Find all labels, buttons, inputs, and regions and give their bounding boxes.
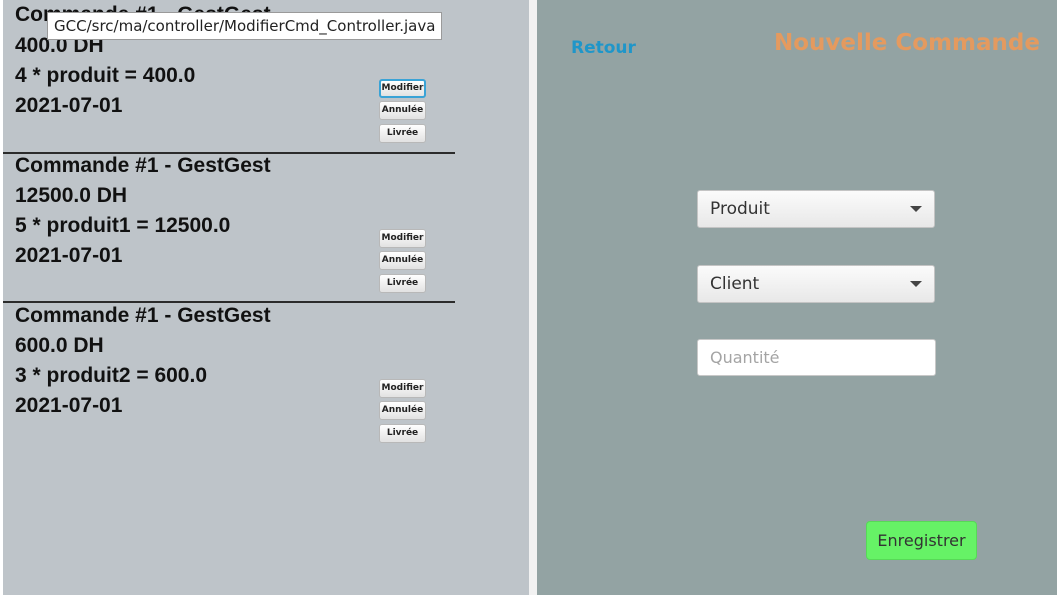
modifier-button[interactable]: Modifier (379, 379, 426, 398)
order-title: Commande #1 - GestGest (15, 154, 271, 177)
save-button[interactable]: Enregistrer (866, 521, 977, 560)
chevron-down-icon (910, 206, 922, 212)
produit-select-value: Produit (710, 199, 770, 219)
produit-select[interactable]: Produit (697, 190, 935, 228)
order-date: 2021-07-01 (15, 244, 123, 267)
order-date: 2021-07-01 (15, 94, 123, 117)
annulee-button[interactable]: Annulée (379, 101, 426, 120)
quantity-input[interactable] (697, 339, 936, 376)
chevron-down-icon (910, 281, 922, 287)
order-amount: 12500.0 DH (15, 184, 128, 207)
order-detail: 4 * produit = 400.0 (15, 64, 196, 87)
modifier-button[interactable]: Modifier (379, 79, 426, 98)
orders-panel (3, 0, 529, 595)
annulee-button[interactable]: Annulée (379, 251, 426, 270)
modifier-button[interactable]: Modifier (379, 229, 426, 248)
client-select-value: Client (710, 274, 760, 294)
order-title: Commande #1 - GestGest (15, 304, 271, 327)
livree-button[interactable]: Livrée (379, 274, 426, 293)
client-select[interactable]: Client (697, 265, 935, 303)
livree-button[interactable]: Livrée (379, 124, 426, 143)
split-pane-divider[interactable] (529, 0, 537, 595)
order-detail: 3 * produit2 = 600.0 (15, 364, 207, 387)
page-title: Nouvelle Commande (774, 30, 1040, 56)
annulee-button[interactable]: Annulée (379, 401, 426, 420)
back-link[interactable]: Retour (571, 38, 636, 58)
order-amount: 600.0 DH (15, 334, 104, 357)
livree-button[interactable]: Livrée (379, 424, 426, 443)
order-detail: 5 * produit1 = 12500.0 (15, 214, 231, 237)
order-date: 2021-07-01 (15, 394, 123, 417)
file-path-tooltip: GCC/src/ma/controller/ModifierCmd_Contro… (47, 12, 443, 40)
